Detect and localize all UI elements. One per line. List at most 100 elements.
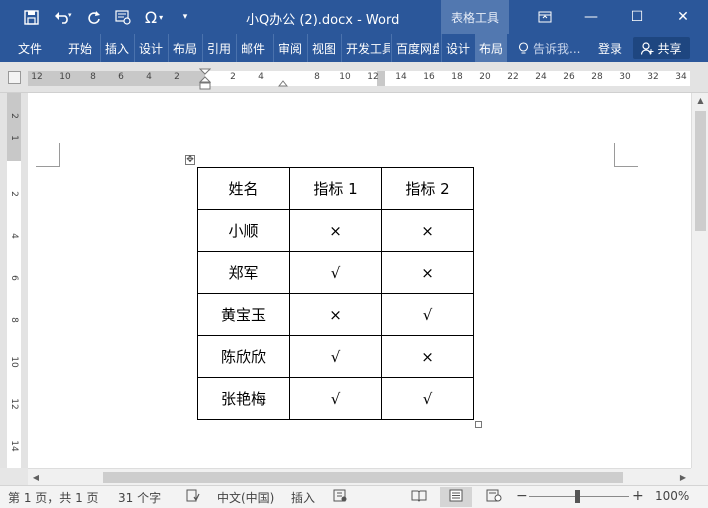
proofing-icon[interactable]	[186, 489, 200, 506]
ruler-number: 6	[118, 72, 124, 82]
tab-layout[interactable]: 布局	[168, 34, 197, 62]
vertical-ruler[interactable]: 2 1 2 4 6 8 10 12 14	[0, 93, 28, 468]
table-cell[interactable]: √	[289, 377, 382, 420]
table-cell[interactable]: √	[289, 251, 382, 294]
document-page[interactable]: ✥ 姓名 指标 1 指标 2 小顺 × × 郑军 √ × 黄宝玉 × √ 陈欣欣…	[28, 93, 691, 468]
language-indicator[interactable]: 中文(中国)	[217, 489, 274, 506]
window-title: 小Q办公 (2).docx - Word	[246, 13, 400, 28]
undo-icon[interactable]: ▾	[48, 6, 78, 28]
ruler-number: 8	[90, 72, 96, 82]
tab-baidu-netdisk[interactable]: 百度网盘	[391, 34, 439, 62]
tell-me-box[interactable]: 告诉我...	[518, 34, 580, 62]
crop-mark	[36, 143, 60, 167]
ruler-number: 28	[591, 72, 603, 82]
symbol-icon[interactable]: Ω ▾	[140, 6, 168, 28]
horizontal-scroll-thumb[interactable]	[103, 472, 623, 483]
table-cell[interactable]: 黄宝玉	[197, 293, 290, 336]
table-cell[interactable]: 陈欣欣	[197, 335, 290, 378]
scroll-up-icon[interactable]: ▲	[692, 93, 708, 109]
tab-table-layout[interactable]: 布局	[475, 34, 508, 62]
ruler-number: 18	[451, 72, 463, 82]
table-row: 黄宝玉 × √	[197, 293, 474, 336]
tab-insert[interactable]: 插入	[100, 34, 129, 62]
scrollbar-corner	[691, 468, 708, 485]
indent-marker-icon[interactable]	[199, 68, 211, 94]
table-cell[interactable]: 张艳梅	[197, 377, 290, 420]
table-cell[interactable]: 郑军	[197, 251, 290, 294]
tab-references[interactable]: 引用	[202, 34, 231, 62]
person-icon	[641, 41, 654, 55]
customize-icon[interactable]: ▾	[178, 6, 192, 28]
scroll-left-icon[interactable]: ◀	[28, 469, 44, 486]
horizontal-ruler[interactable]: 12 10 8 6 4 2 2 4 8 10 12 14 16 18 20 22…	[0, 62, 708, 93]
table-header-cell[interactable]: 指标 1	[289, 167, 382, 210]
tab-view[interactable]: 视图	[307, 34, 336, 62]
table-cell[interactable]: √	[289, 335, 382, 378]
table-row: 张艳梅 √ √	[197, 377, 474, 420]
share-button[interactable]: 共享	[633, 37, 690, 59]
vertical-scroll-thumb[interactable]	[695, 111, 706, 231]
scroll-right-icon[interactable]: ▶	[675, 469, 691, 486]
vertical-scrollbar[interactable]: ▲	[691, 93, 708, 468]
tab-developer[interactable]: 开发工具	[341, 34, 390, 62]
print-layout-icon[interactable]	[449, 489, 463, 506]
ruler-number: 24	[535, 72, 547, 82]
share-label: 共享	[657, 41, 682, 56]
ruler-number: 2	[230, 72, 236, 82]
ruler-number: 20	[479, 72, 491, 82]
table-cell[interactable]: ×	[289, 293, 382, 336]
ruler-number: 1	[9, 135, 19, 141]
ruler-number: 12	[367, 72, 379, 82]
document-table[interactable]: 姓名 指标 1 指标 2 小顺 × × 郑军 √ × 黄宝玉 × √ 陈欣欣 √…	[197, 167, 474, 420]
tab-mailings[interactable]: 邮件	[236, 34, 265, 62]
ruler-number: 2	[9, 113, 19, 119]
table-cell[interactable]: √	[381, 377, 474, 420]
svg-text:▾: ▾	[68, 11, 72, 19]
page-count[interactable]: 第 1 页，共 1 页	[8, 489, 99, 506]
table-cell[interactable]: ×	[289, 209, 382, 252]
zoom-slider-thumb[interactable]	[575, 490, 580, 503]
read-mode-icon[interactable]	[411, 489, 427, 506]
tab-selector[interactable]	[8, 71, 21, 84]
web-layout-icon[interactable]	[486, 489, 502, 506]
minimize-button[interactable]: —	[568, 0, 614, 34]
close-button[interactable]: ✕	[660, 0, 706, 34]
tab-design[interactable]: 设计	[134, 34, 163, 62]
redo-icon[interactable]	[84, 6, 104, 28]
ruler-number: 26	[563, 72, 575, 82]
tab-file[interactable]: 文件	[18, 34, 42, 62]
form-icon[interactable]	[112, 6, 134, 28]
ruler-number: 2	[9, 191, 19, 197]
insert-mode[interactable]: 插入	[291, 489, 315, 506]
table-row: 陈欣欣 √ ×	[197, 335, 474, 378]
tab-home[interactable]: 开始	[68, 34, 92, 62]
right-indent-marker-icon[interactable]	[278, 77, 288, 87]
maximize-button[interactable]: ☐	[614, 0, 660, 34]
macro-record-icon[interactable]	[333, 489, 347, 506]
save-icon[interactable]	[20, 6, 42, 28]
ribbon-display-options-icon[interactable]	[522, 0, 568, 34]
table-cell[interactable]: ×	[381, 209, 474, 252]
word-count[interactable]: 31 个字	[118, 489, 161, 506]
tab-review[interactable]: 审阅	[273, 34, 302, 62]
table-move-handle-icon[interactable]: ✥	[185, 155, 195, 165]
table-row: 郑军 √ ×	[197, 251, 474, 294]
ruler-number: 8	[9, 317, 19, 323]
table-cell[interactable]: √	[381, 293, 474, 336]
zoom-in-button[interactable]: +	[632, 488, 644, 504]
table-resize-handle[interactable]	[475, 421, 482, 428]
zoom-level[interactable]: 100%	[655, 489, 689, 503]
tab-table-design[interactable]: 设计	[441, 34, 470, 62]
table-header-cell[interactable]: 姓名	[197, 167, 290, 210]
table-header-cell[interactable]: 指标 2	[381, 167, 474, 210]
horizontal-scrollbar[interactable]: ◀ ▶	[28, 468, 691, 485]
table-cell[interactable]: ×	[381, 251, 474, 294]
crop-mark	[614, 143, 638, 167]
zoom-out-button[interactable]: −	[516, 488, 528, 504]
login-link[interactable]: 登录	[598, 34, 622, 62]
table-cell[interactable]: ×	[381, 335, 474, 378]
table-cell[interactable]: 小顺	[197, 209, 290, 252]
ruler-number: 16	[423, 72, 435, 82]
ruler-number: 6	[9, 275, 19, 281]
ruler-number: 10	[9, 356, 19, 368]
